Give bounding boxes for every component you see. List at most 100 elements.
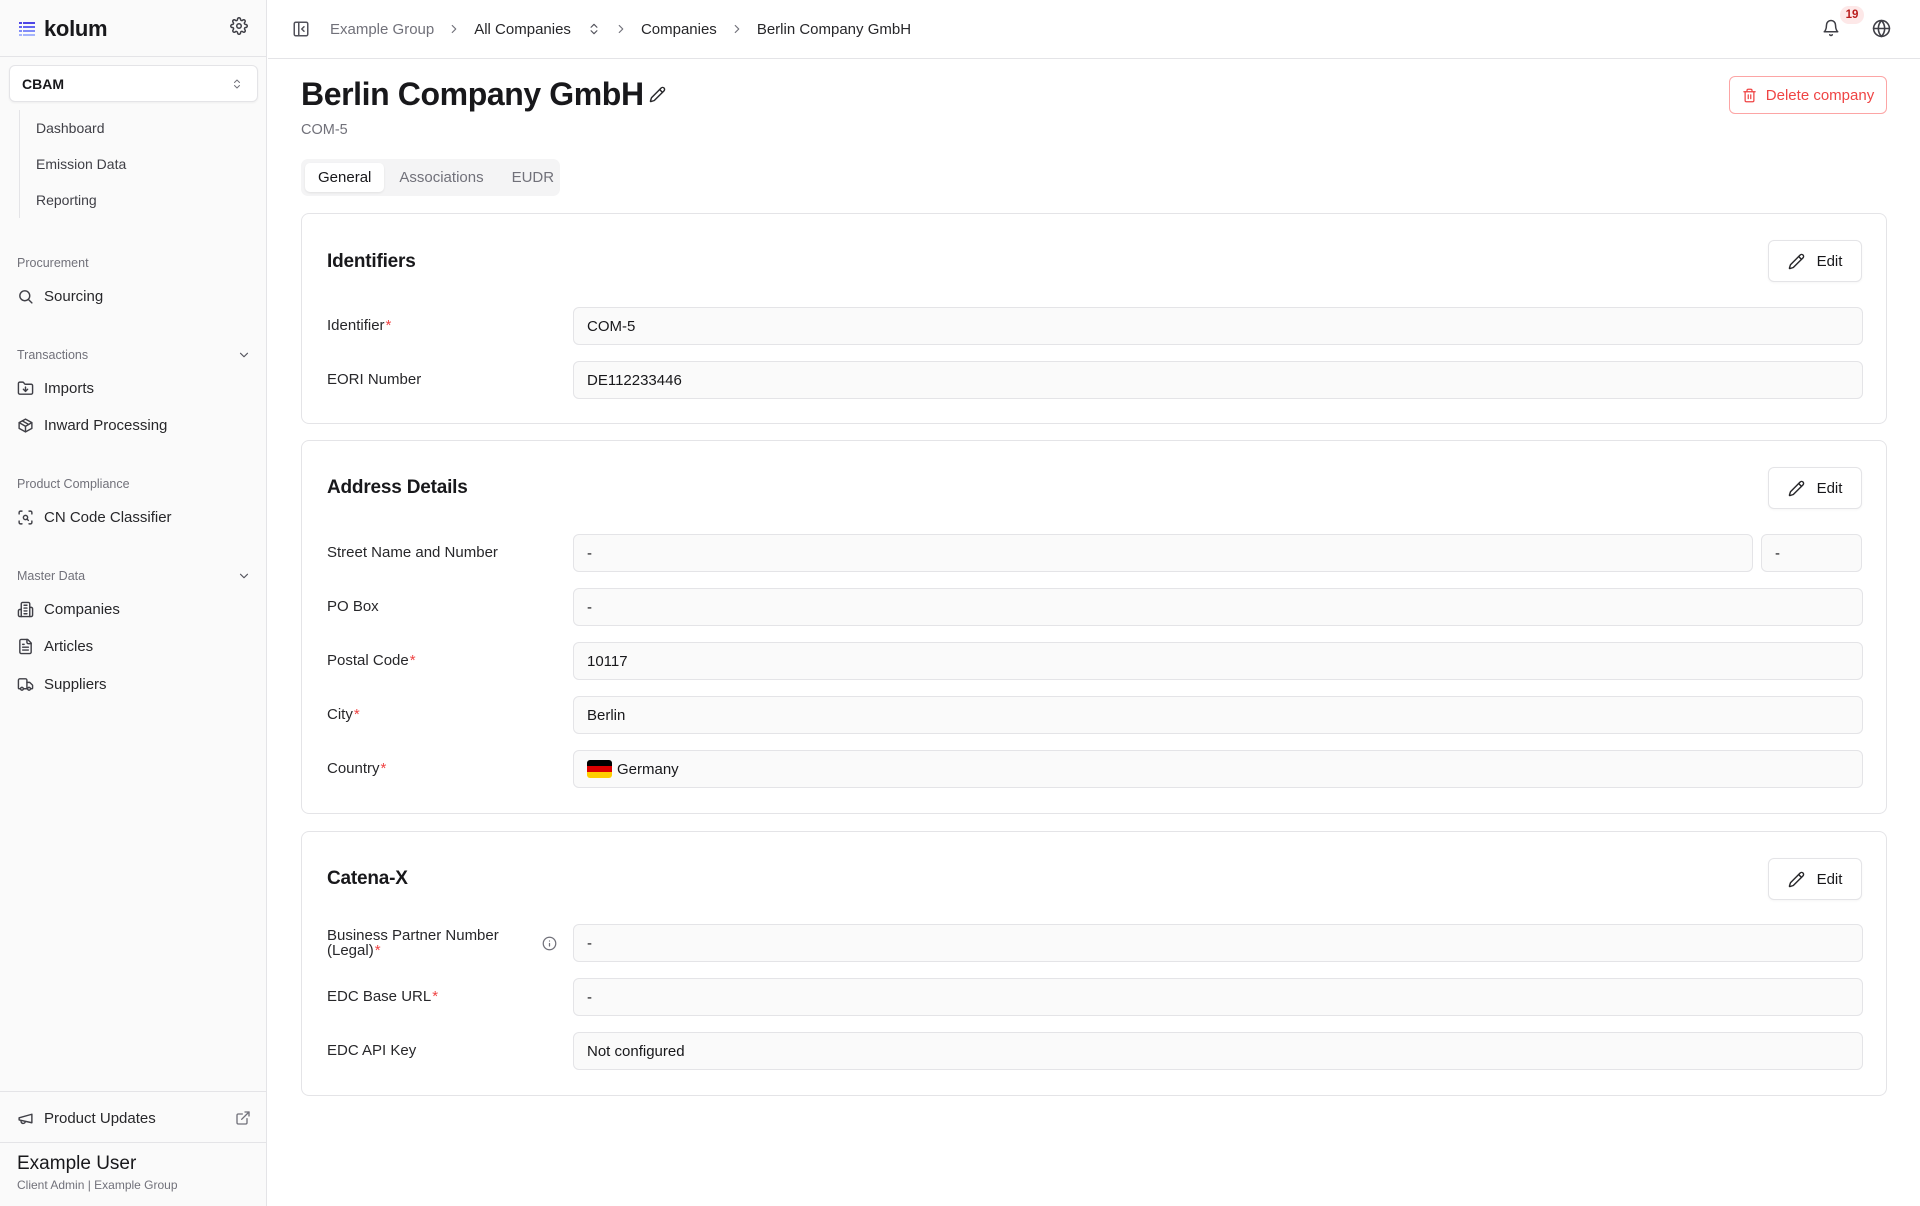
city-value: Berlin	[573, 696, 1863, 734]
postal-code-label: Postal Code*	[327, 652, 416, 669]
sidebar-item-label: Companies	[44, 600, 120, 618]
tab-associations[interactable]: Associations	[386, 163, 496, 192]
bpn-label: Business Partner Number (Legal)*	[327, 927, 499, 959]
edit-label: Edit	[1816, 479, 1843, 497]
identifiers-card: Identifiers Edit Identifier* COM-5 EORI …	[301, 213, 1887, 424]
sidebar-item-articles[interactable]: Articles	[17, 631, 93, 661]
sidebar-item-dashboard[interactable]: Dashboard	[20, 110, 259, 146]
scan-search-icon	[18, 509, 33, 525]
breadcrumb-example-group[interactable]: Example Group	[330, 21, 434, 38]
sidebar-divider	[0, 1142, 267, 1143]
sidebar-item-sourcing[interactable]: Sourcing	[17, 281, 103, 311]
truck-icon	[17, 677, 34, 691]
sidebar-item-label: Sourcing	[44, 287, 104, 305]
identifier-label: Identifier*	[327, 317, 392, 334]
sidebar-divider	[0, 56, 267, 57]
street-label: Street Name and Number	[327, 544, 498, 561]
user-role: Client Admin | Example Group	[17, 1178, 178, 1192]
tab-eudr[interactable]: EUDR	[499, 163, 568, 192]
sidebar-item-label: Inward Processing	[44, 416, 168, 434]
sidebar-item-emission-data[interactable]: Emission Data	[20, 146, 259, 182]
megaphone-icon	[18, 1113, 33, 1124]
settings-gear-icon[interactable]	[230, 17, 252, 39]
tab-general[interactable]: General	[305, 163, 385, 192]
section-transactions-label: Transactions	[17, 348, 89, 362]
top-bar: Example Group All Companies Companies Be…	[268, 0, 1920, 59]
address-card-title: Address Details	[327, 477, 468, 498]
module-selector-label: CBAM	[22, 75, 64, 92]
sidebar-item-reporting[interactable]: Reporting	[20, 182, 259, 218]
sidebar-divider	[0, 1091, 267, 1092]
sidebar-item-suppliers[interactable]: Suppliers	[17, 669, 107, 699]
street-number-value: -	[1761, 534, 1862, 572]
country-value: Germany	[573, 750, 1863, 788]
page-subtitle-identifier: COM-5	[301, 122, 348, 138]
info-icon[interactable]	[542, 936, 557, 951]
external-link-icon	[236, 1111, 250, 1125]
brand-logo[interactable]: kolum	[18, 14, 108, 44]
po-box-value: -	[573, 588, 1863, 626]
breadcrumb-all-companies[interactable]: All Companies	[474, 21, 571, 38]
user-name[interactable]: Example User	[17, 1153, 136, 1175]
identifiers-card-title: Identifiers	[327, 251, 416, 272]
edc-base-url-value: -	[573, 978, 1863, 1016]
delete-company-button[interactable]: Delete company	[1729, 76, 1887, 114]
page-title: Berlin Company GmbH	[301, 76, 644, 112]
product-updates-label: Product Updates	[44, 1109, 156, 1127]
language-globe-icon[interactable]	[1872, 19, 1892, 39]
breadcrumb-current-company: Berlin Company GmbH	[756, 20, 912, 38]
trash-icon	[1743, 88, 1756, 102]
section-procurement: Procurement	[17, 256, 251, 270]
edit-catena-button[interactable]: Edit	[1768, 858, 1862, 900]
edc-api-key-value: Not configured	[573, 1032, 1863, 1070]
edc-base-url-label: EDC Base URL*	[327, 988, 439, 1005]
search-icon	[19, 289, 33, 304]
sidebar-item-cn-code-classifier[interactable]: CN Code Classifier	[17, 502, 172, 532]
kolum-logo-icon	[19, 22, 35, 36]
chevron-down-icon	[239, 352, 249, 358]
notification-count-badge[interactable]: 19	[1840, 6, 1864, 24]
product-updates-link[interactable]: Product Updates	[17, 1103, 251, 1133]
module-sub-nav: Dashboard Emission Data Reporting	[19, 110, 259, 218]
section-transactions[interactable]: Transactions	[17, 348, 251, 362]
catena-card-title: Catena-X	[327, 868, 408, 889]
bpn-value: -	[573, 924, 1863, 962]
germany-flag-icon	[587, 760, 612, 778]
pencil-icon	[1788, 480, 1804, 496]
sidebar-item-companies[interactable]: Companies	[17, 594, 120, 624]
delete-company-label: Delete company	[1765, 86, 1875, 104]
sidebar-item-label: Articles	[44, 637, 94, 655]
building-icon	[17, 601, 34, 617]
edit-address-button[interactable]: Edit	[1768, 467, 1862, 509]
chevron-down-icon	[239, 573, 249, 579]
sidebar-item-label: Imports	[44, 379, 95, 397]
section-master-data[interactable]: Master Data	[17, 569, 251, 583]
edc-api-key-label: EDC API Key	[327, 1042, 417, 1059]
address-details-card: Address Details Edit Street Name and Num…	[301, 440, 1887, 814]
file-text-icon	[19, 638, 32, 654]
edit-label: Edit	[1816, 252, 1843, 270]
breadcrumb-companies[interactable]: Companies	[641, 21, 717, 38]
notifications-bell-icon[interactable]	[1822, 19, 1842, 39]
edit-identifiers-button[interactable]: Edit	[1768, 240, 1862, 282]
postal-code-value: 10117	[573, 642, 1863, 680]
chevron-right-icon	[734, 24, 740, 34]
country-label: Country*	[327, 760, 387, 777]
catena-x-card: Catena-X Edit Business Partner Number (L…	[301, 831, 1887, 1096]
section-procurement-label: Procurement	[17, 256, 89, 270]
sidebar: kolum CBAM Dashboard Emission Data Repor…	[0, 0, 267, 1206]
section-master-data-label: Master Data	[17, 569, 86, 583]
sidebar-toggle-icon[interactable]	[292, 20, 310, 38]
chevrons-up-down-icon[interactable]	[587, 22, 601, 36]
module-selector[interactable]: CBAM	[9, 65, 258, 102]
eori-number-label: EORI Number	[327, 371, 422, 388]
edit-title-pencil-icon[interactable]	[649, 86, 667, 104]
identifier-value: COM-5	[573, 307, 1863, 345]
breadcrumb: Example Group All Companies Companies Be…	[330, 0, 911, 58]
sidebar-item-label: Suppliers	[44, 675, 107, 693]
street-name-value: -	[573, 534, 1753, 572]
sidebar-item-inward-processing[interactable]: Inward Processing	[17, 410, 167, 440]
eori-number-value: DE112233446	[573, 361, 1863, 399]
sidebar-item-imports[interactable]: Imports	[17, 373, 94, 403]
po-box-label: PO Box	[327, 598, 379, 615]
